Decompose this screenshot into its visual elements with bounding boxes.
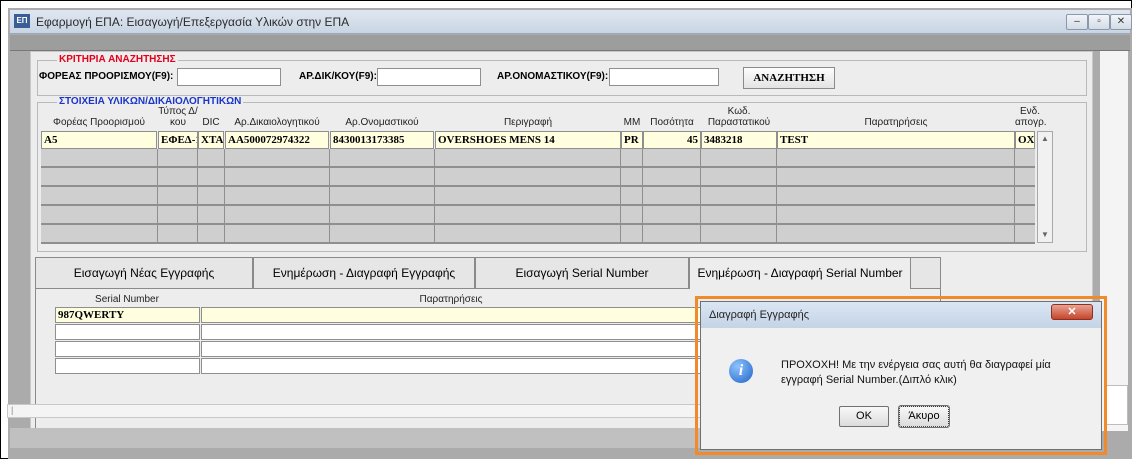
items-scrollbar[interactable]: ▲ ▼ (1037, 131, 1053, 243)
col-header-ar-dik: Αρ.Δικαιολογητικού (234, 117, 320, 128)
right-panel-box (1106, 385, 1128, 425)
grid-line (700, 149, 701, 244)
grid-line (434, 149, 435, 244)
tab-filler (911, 257, 941, 289)
restore-icon[interactable]: ▫ (1088, 14, 1110, 30)
grid-line (329, 149, 330, 244)
dialog-message: ΠΡΟΧΟΧΗ! Με την ενέργεια σας αυτή θα δια… (781, 359, 1051, 386)
cell-end[interactable]: OX (1015, 131, 1035, 149)
close-icon[interactable]: ✕ (1110, 14, 1132, 30)
col-header-foreas: Φορέας Προορισμού (53, 117, 145, 128)
col-header-dic: DIC (202, 117, 220, 128)
grid-line (642, 149, 643, 244)
serial-notes-cell[interactable] (201, 341, 701, 357)
minimize-icon[interactable]: – (1066, 14, 1088, 30)
col-header-paratiriseis: Παρατηρήσεις (864, 117, 928, 128)
cell-perigrafi[interactable]: OVERSHOES MENS 14 (435, 131, 621, 149)
scroll-down-icon[interactable]: ▼ (1041, 230, 1049, 239)
serial-cell[interactable] (55, 341, 200, 357)
col-header-mm: ΜΜ (623, 117, 641, 128)
tab-update-serial[interactable]: Ενημέρωση - Διαγραφή Serial Number (689, 257, 911, 289)
cell-paratiriseis[interactable]: TEST (777, 131, 1015, 149)
cell-foreas[interactable]: A5 (41, 131, 157, 149)
nominal-label: ΑΡ.ΟΝΟΜΑΣΤΙΚΟΥ(F9): (497, 71, 609, 82)
window-title: Εφαρμογή ΕΠΑ: Εισαγωγή/Επεξεργασία Υλικώ… (36, 15, 350, 29)
destination-label: ΦΟΡΕΑΣ ΠΡΟΟΡΙΣΜΟΥ(F9): (39, 71, 174, 82)
serial-cell[interactable]: 987QWERTY (55, 307, 200, 323)
col-header-perigrafi: Περιγραφή (503, 117, 553, 128)
serial-notes-cell[interactable] (201, 358, 701, 374)
search-criteria-legend: ΚΡΙΤΗΡΙΑ ΑΝΑΖΗΤΗΣΗΣ (57, 54, 178, 65)
cancel-button[interactable]: Άκυρο (898, 405, 950, 428)
items-legend: ΣΤΟΙΧΕΙΑ ΥΛΙΚΩΝ/ΔΙΚΑΙΟΛΟΓΗΤΙΚΩΝ (57, 96, 244, 107)
tab-new-record[interactable]: Εισαγωγή Νέας Εγγραφής (35, 257, 253, 289)
nominal-input[interactable] (609, 68, 719, 86)
grid-line (776, 149, 777, 244)
tab-insert-serial[interactable]: Εισαγωγή Serial Number (475, 257, 689, 289)
dialog-close-icon[interactable]: ✕ (1051, 304, 1093, 320)
col-header-end: Ενδ. απογρ. (1015, 106, 1047, 128)
grid-line (157, 149, 158, 244)
grid-line (224, 149, 225, 244)
col-header-ar-onom: Αρ.Ονομαστικού (345, 117, 419, 128)
window-titlebar: ΕΠ Εφαρμογή ΕΠΑ: Εισαγωγή/Επεξεργασία Υλ… (10, 10, 1132, 34)
grid-line (197, 149, 198, 244)
col-header-typos: Τύπος Δ/κου (158, 106, 198, 128)
info-icon: i (729, 359, 753, 383)
dialog-title: Διαγραφή Εγγραφής (709, 309, 810, 321)
scroll-up-icon[interactable]: ▲ (1041, 134, 1049, 143)
cell-ar-dik[interactable]: AA500072974322 (225, 131, 329, 149)
document-input[interactable] (377, 68, 481, 86)
empty-rows-area (41, 149, 1035, 244)
col-header-kod: Κωδ. Παραστατικού (707, 106, 771, 128)
col-header-posotita: Ποσότητα (650, 117, 694, 128)
serial-notes-cell[interactable] (201, 307, 701, 323)
destination-input[interactable] (177, 68, 281, 86)
scroll-left-icon[interactable]: | (11, 405, 13, 415)
dialog-titlebar: Διαγραφή Εγγραφής ✕ (701, 302, 1101, 328)
menu-bar (10, 35, 1130, 51)
grid-line (620, 149, 621, 244)
cell-kod[interactable]: 3483218 (701, 131, 777, 149)
serial-cell[interactable] (55, 324, 200, 340)
grid-line (1014, 149, 1015, 244)
serial-notes-cell[interactable] (201, 324, 701, 340)
col-header-serial: Serial Number (95, 294, 159, 305)
serial-cell[interactable] (55, 358, 200, 374)
document-label: ΑΡ.ΔΙΚ/ΚΟΥ(F9): (299, 71, 377, 82)
cell-posotita[interactable]: 45 (643, 131, 701, 149)
tab-update-record[interactable]: Ενημέρωση - Διαγραφή Εγγραφής (253, 257, 475, 289)
search-button[interactable]: ΑΝΑΖΗΤΗΣΗ (743, 67, 835, 89)
cell-typos[interactable]: ΕΦΕΔ-100 (158, 131, 198, 149)
col-header-serial-notes: Παρατηρήσεις (419, 294, 483, 305)
cell-mm[interactable]: PR (621, 131, 643, 149)
cell-dic[interactable]: XTA (198, 131, 224, 149)
ok-button[interactable]: OK (839, 406, 889, 427)
delete-confirm-dialog: Διαγραφή Εγγραφής ✕ i ΠΡΟΧΟΧΗ! Με την εν… (700, 301, 1102, 450)
app-icon: ΕΠ (14, 14, 30, 28)
cell-ar-onom[interactable]: 8430013173385 (330, 131, 434, 149)
